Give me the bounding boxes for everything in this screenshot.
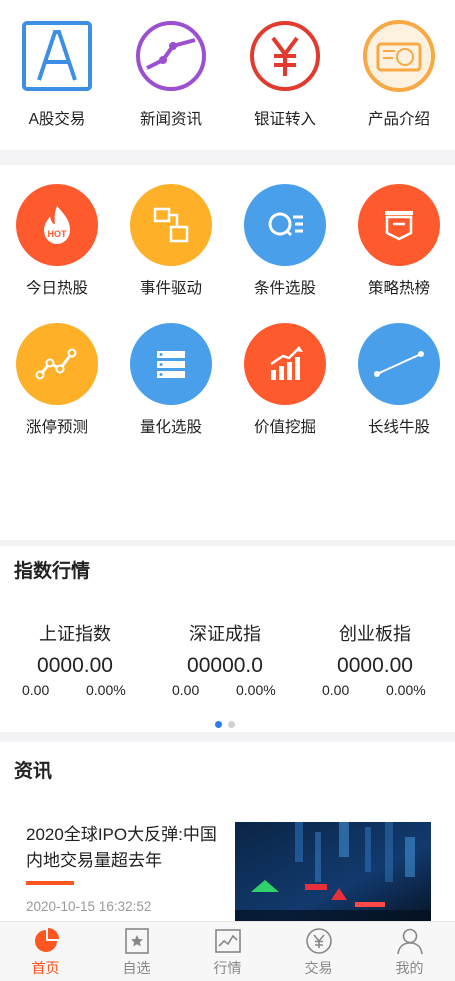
carousel-dot-active[interactable] xyxy=(215,721,222,728)
tab-profile[interactable]: 我的 xyxy=(364,922,455,981)
star-bookmark-icon xyxy=(124,928,149,954)
a-letter-icon xyxy=(22,21,92,91)
server-icon xyxy=(130,323,212,405)
feature-quant-pick[interactable]: 量化选股 xyxy=(114,323,228,437)
svg-text:HOT: HOT xyxy=(48,229,68,239)
index-value: 0000.00 xyxy=(37,654,113,677)
banner-icon xyxy=(358,184,440,266)
index-percent: 0.00% xyxy=(236,682,276,698)
news-title[interactable]: 2020全球IPO大反弹:中国内地交易量超去年 xyxy=(26,822,226,874)
index-name: 深证成指 xyxy=(189,624,261,644)
feature-hot-stocks[interactable]: HOT 今日热股 xyxy=(0,184,114,298)
tab-market[interactable]: 行情 xyxy=(182,922,273,981)
home-pie-icon xyxy=(34,928,59,952)
tab-label: 交易 xyxy=(304,960,333,976)
feature-event-driven[interactable]: 事件驱动 xyxy=(114,184,228,298)
zigzag-icon xyxy=(16,323,98,405)
top-nav-grid: A股交易 新闻资讯 银证转入 产品介绍 xyxy=(0,0,455,150)
top-nav-news[interactable]: 新闻资讯 xyxy=(114,18,228,129)
top-nav-products[interactable]: 产品介绍 xyxy=(342,18,455,129)
feature-label: 策略热榜 xyxy=(367,280,430,297)
top-nav-label: A股交易 xyxy=(28,111,86,128)
feature-label: 今日热股 xyxy=(25,280,88,297)
index-item-sh[interactable]: 上证指数 0000.00 0.00 0.00% xyxy=(0,620,150,698)
index-change: 0.00 xyxy=(172,682,200,698)
index-section: 指数行情 上证指数 0000.00 0.00 0.00% 深证成指 00000.… xyxy=(0,546,455,732)
news-section: 资讯 2020全球IPO大反弹:中国内地交易量超去年 2020-10-15 16… xyxy=(0,742,455,922)
top-nav-a-share-trade[interactable]: A股交易 xyxy=(0,18,114,129)
user-icon xyxy=(396,928,423,955)
index-name: 创业板指 xyxy=(339,624,411,644)
top-nav-label: 产品介绍 xyxy=(367,111,430,128)
tab-label: 首页 xyxy=(31,960,60,976)
index-item-sz[interactable]: 深证成指 00000.0 0.00 0.00% xyxy=(150,620,300,698)
feature-limit-up-forecast[interactable]: 涨停预测 xyxy=(0,323,114,437)
tab-label: 自选 xyxy=(122,960,151,976)
section-title: 资讯 xyxy=(14,761,53,782)
bar-growth-icon xyxy=(244,323,326,405)
feature-label: 事件驱动 xyxy=(139,280,202,297)
tab-watchlist[interactable]: 自选 xyxy=(91,922,182,981)
feature-strategy-ranking[interactable]: 策略热榜 xyxy=(342,184,455,298)
yen-circle-icon xyxy=(250,21,320,91)
index-value: 00000.0 xyxy=(187,654,263,677)
feature-label: 价值挖掘 xyxy=(253,419,316,436)
feature-value-mining[interactable]: 价值挖掘 xyxy=(228,323,342,437)
index-percent: 0.00% xyxy=(86,682,126,698)
ticket-icon xyxy=(363,20,435,92)
index-change: 0.00 xyxy=(322,682,350,698)
index-change: 0.00 xyxy=(22,682,50,698)
news-thumbnail[interactable] xyxy=(235,822,431,922)
index-item-cyb[interactable]: 创业板指 0000.00 0.00 0.00% xyxy=(300,620,450,698)
carousel-dot[interactable] xyxy=(228,721,235,728)
chart-icon xyxy=(214,929,241,953)
flow-icon xyxy=(130,184,212,266)
yen-icon xyxy=(305,928,332,954)
tab-trade[interactable]: 交易 xyxy=(273,922,364,981)
search-list-icon xyxy=(244,184,326,266)
long-line-icon xyxy=(358,323,440,405)
feature-condition-pick[interactable]: 条件选股 xyxy=(228,184,342,298)
tab-home[interactable]: 首页 xyxy=(0,922,91,981)
feature-grid: HOT 今日热股 事件驱动 条件选股 策略热榜 涨停预测 量化选股 价值挖掘 长… xyxy=(0,165,455,540)
feature-label: 量化选股 xyxy=(139,419,202,436)
index-percent: 0.00% xyxy=(386,682,426,698)
feature-label: 长线牛股 xyxy=(367,419,430,436)
tab-label: 行情 xyxy=(213,960,242,976)
top-nav-label: 银证转入 xyxy=(253,111,316,128)
index-name: 上证指数 xyxy=(39,624,111,644)
feature-long-term-bull[interactable]: 长线牛股 xyxy=(342,323,455,437)
trend-line-icon xyxy=(136,21,206,91)
index-value: 0000.00 xyxy=(337,654,413,677)
top-nav-label: 新闻资讯 xyxy=(139,111,202,128)
carousel-dots[interactable] xyxy=(215,715,241,733)
fire-hot-icon: HOT xyxy=(16,184,98,266)
tab-label: 我的 xyxy=(395,960,424,976)
feature-label: 涨停预测 xyxy=(25,419,88,436)
top-nav-bank-transfer[interactable]: 银证转入 xyxy=(228,18,342,129)
section-title: 指数行情 xyxy=(14,561,91,582)
news-time: 2020-10-15 16:32:52 xyxy=(26,899,152,914)
news-accent-bar xyxy=(26,881,74,885)
bottom-tab-bar: 首页 自选 行情 交易 我的 xyxy=(0,921,455,981)
feature-label: 条件选股 xyxy=(253,280,316,297)
